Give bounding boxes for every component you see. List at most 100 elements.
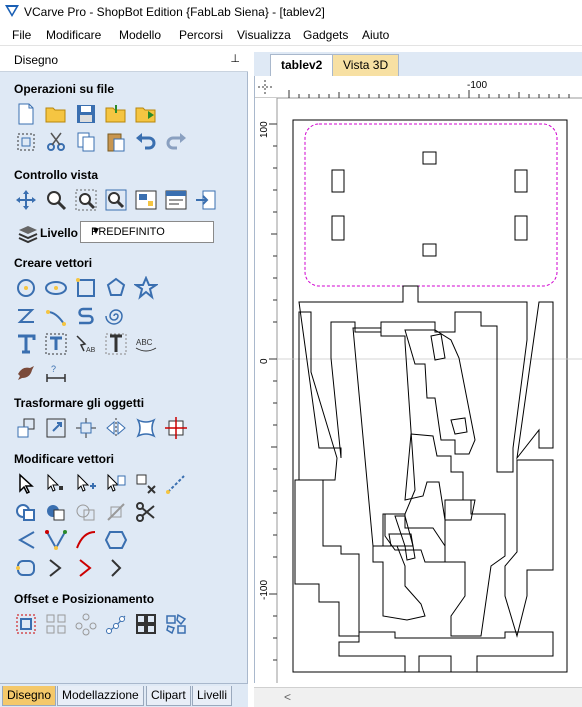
title-bar: VCarve Pro - ShopBot Edition {FabLab Sie…	[0, 0, 582, 24]
rectangle-tool-icon[interactable]	[74, 276, 98, 300]
save-icon[interactable]	[74, 102, 98, 126]
align-icon[interactable]	[74, 416, 98, 440]
layer-dropdown[interactable]: PREDEFINITO ▼	[80, 221, 214, 243]
offset-curve-icon[interactable]	[104, 528, 128, 552]
copy-along-vectors-icon[interactable]	[104, 612, 128, 636]
intersect-icon[interactable]	[74, 500, 98, 524]
move-icon[interactable]	[14, 416, 38, 440]
arc-tool-icon[interactable]	[44, 304, 68, 328]
star-tool-icon[interactable]	[134, 276, 158, 300]
measure-icon[interactable]	[164, 472, 188, 496]
bend-icon[interactable]	[104, 556, 128, 580]
text-arc-icon[interactable]: ABC	[134, 332, 158, 356]
circular-array-icon[interactable]	[74, 612, 98, 636]
tab-tablev2[interactable]: tablev2	[270, 54, 334, 76]
scale-icon[interactable]	[44, 416, 68, 440]
menu-visualizza[interactable]: Visualizza	[237, 28, 291, 42]
adjust-spacing-icon[interactable]	[104, 332, 128, 356]
zoom-box-icon[interactable]	[44, 188, 68, 212]
auto-nest-icon[interactable]	[164, 612, 188, 636]
text-on-curve-icon[interactable]: AB	[74, 332, 98, 356]
horizontal-scrollbar[interactable]: <	[254, 687, 582, 707]
pan-icon[interactable]	[14, 188, 38, 212]
layers-icon	[16, 222, 40, 246]
delete-node-icon[interactable]	[134, 472, 158, 496]
import-view-icon[interactable]	[194, 188, 218, 212]
nesting-icon[interactable]	[134, 612, 158, 636]
section-edit-vectors: Modificare vettori	[14, 452, 115, 466]
dimension-tool-icon[interactable]: ?	[44, 360, 68, 384]
text-tool-icon[interactable]	[14, 332, 38, 356]
scroll-left-icon[interactable]: <	[284, 690, 291, 704]
smooth-curve-icon[interactable]	[74, 528, 98, 552]
array-copy-icon[interactable]	[44, 612, 68, 636]
panel-tabs: Disegno Modellazzione Clipart Livelli	[0, 683, 248, 707]
new-file-icon[interactable]	[14, 102, 38, 126]
view-toolbar-icon[interactable]	[164, 188, 188, 212]
interactive-select-icon[interactable]	[74, 472, 98, 496]
cut-icon[interactable]	[44, 130, 68, 154]
undo-icon[interactable]	[134, 130, 158, 154]
tab-livelli[interactable]: Livelli	[192, 686, 233, 706]
paste-icon[interactable]	[104, 130, 128, 154]
polygon-tool-icon[interactable]	[104, 276, 128, 300]
tab-disegno[interactable]: Disegno	[2, 686, 57, 706]
layer-label: Livello	[40, 226, 79, 240]
spiral-tool-icon[interactable]	[104, 304, 128, 328]
job-setup-icon[interactable]	[14, 130, 38, 154]
design-panel: Disegno ⊥ Operazioni su file Controllo v…	[0, 48, 248, 707]
chevron-down-icon: ▼	[91, 226, 101, 237]
window-title: VCarve Pro - ShopBot Edition {FabLab Sie…	[24, 5, 325, 19]
mirror-icon[interactable]	[104, 416, 128, 440]
curve-tool-icon[interactable]	[74, 304, 98, 328]
distort-icon[interactable]	[134, 416, 158, 440]
menu-file[interactable]: File	[12, 28, 31, 42]
panel-header: Disegno ⊥	[0, 48, 248, 72]
circle-tool-icon[interactable]	[14, 276, 38, 300]
menu-modello[interactable]: Modello	[119, 28, 161, 42]
tab-clipart[interactable]: Clipart	[146, 686, 191, 706]
left-ruler-label-minus100: -100	[259, 580, 270, 600]
select-similar-icon[interactable]	[104, 472, 128, 496]
svg-text:AB: AB	[86, 347, 96, 354]
left-ruler-label-100: 100	[259, 121, 270, 138]
select-icon[interactable]	[14, 472, 38, 496]
import-bitmap-icon[interactable]	[134, 102, 158, 126]
document-tabs: tablev2 Vista 3D	[254, 52, 582, 76]
extend-icon[interactable]	[44, 556, 68, 580]
menu-aiuto[interactable]: Aiuto	[362, 28, 389, 42]
zoom-extents-icon[interactable]	[104, 188, 128, 212]
vcarve-logo-icon	[4, 4, 20, 21]
polyline-tool-icon[interactable]	[14, 304, 38, 328]
fillet-icon[interactable]	[44, 528, 68, 552]
bird-trace-icon[interactable]	[14, 360, 38, 384]
zoom-out-icon[interactable]	[74, 188, 98, 212]
offset-icon[interactable]	[14, 612, 38, 636]
import-icon[interactable]	[104, 102, 128, 126]
panel-title: Disegno	[14, 53, 59, 67]
section-view-control: Controllo vista	[14, 168, 99, 182]
drawing-canvas[interactable]: -100 100 0 -100	[254, 76, 582, 683]
subtract-icon[interactable]	[44, 500, 68, 524]
weld-icon[interactable]	[14, 500, 38, 524]
copy-icon[interactable]	[74, 130, 98, 154]
menu-modificare[interactable]: Modificare	[46, 28, 101, 42]
view-material-icon[interactable]	[134, 188, 158, 212]
tab-modellazzione[interactable]: Modellazzione	[57, 686, 144, 706]
menu-gadgets[interactable]: Gadgets	[303, 28, 348, 42]
trim-icon[interactable]	[104, 500, 128, 524]
pin-icon[interactable]: ⊥	[230, 52, 240, 65]
menu-percorsi[interactable]: Percorsi	[179, 28, 223, 42]
section-file-ops: Operazioni su file	[14, 82, 115, 96]
node-edit-icon[interactable]	[44, 472, 68, 496]
scissors-icon[interactable]	[134, 500, 158, 524]
close-vector-icon[interactable]	[14, 556, 38, 580]
ellipse-tool-icon[interactable]	[44, 276, 68, 300]
open-file-icon[interactable]	[44, 102, 68, 126]
join-vectors-icon[interactable]	[14, 528, 38, 552]
trim-extend-icon[interactable]	[74, 556, 98, 580]
tab-vista-3d[interactable]: Vista 3D	[332, 54, 400, 76]
center-icon[interactable]	[164, 416, 188, 440]
auto-layout-text-icon[interactable]	[44, 332, 68, 356]
redo-icon[interactable]	[164, 130, 188, 154]
